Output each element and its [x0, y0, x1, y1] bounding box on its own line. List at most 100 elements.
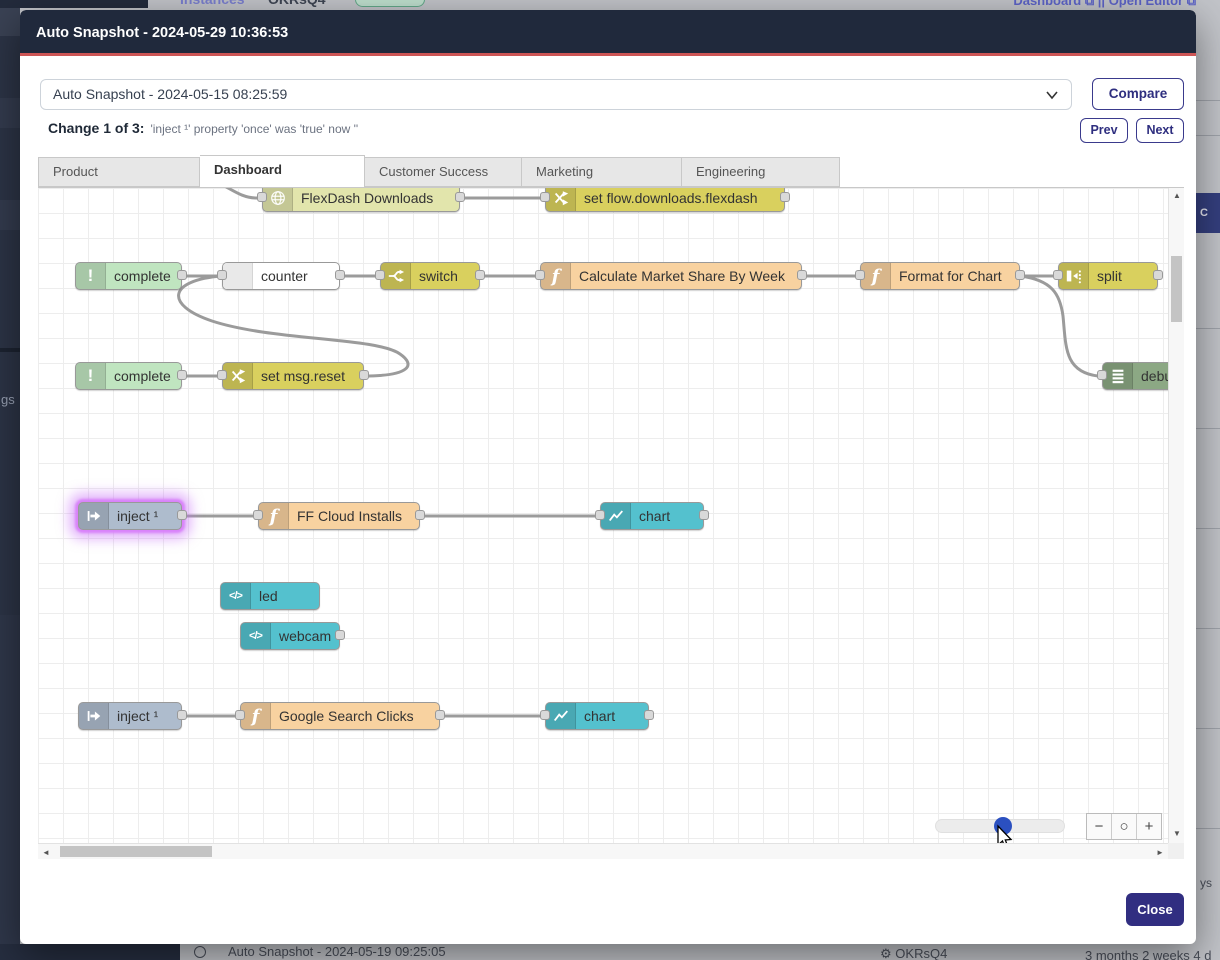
- flow-tabs: ProductDashboardCustomer SuccessMarketin…: [38, 155, 840, 187]
- flow-node-inject1[interactable]: inject ¹: [78, 502, 182, 530]
- flow-node-split[interactable]: split: [1058, 262, 1158, 290]
- canvas-vertical-scrollbar[interactable]: ▲ ▼: [1168, 188, 1184, 843]
- flow-node-setreset[interactable]: set msg.reset: [222, 362, 364, 390]
- close-button[interactable]: Close: [1126, 893, 1184, 926]
- change-summary: Change 1 of 3:'inject ¹' property 'once'…: [48, 120, 358, 136]
- node-port-out: [435, 710, 445, 720]
- flow-node-complete2[interactable]: !complete: [75, 362, 182, 390]
- node-port-out: [359, 370, 369, 380]
- flow-node-ffcloud[interactable]: fFF Cloud Installs: [258, 502, 420, 530]
- scroll-up-icon[interactable]: ▲: [1173, 191, 1181, 200]
- previous-snapshot-label: Auto Snapshot - 2024-05-19 09:25:05: [228, 944, 446, 959]
- exclaim-icon: !: [76, 263, 106, 289]
- status-pill: [355, 0, 425, 7]
- node-port-in: [375, 270, 385, 280]
- node-label: Calculate Market Share By Week: [579, 263, 795, 289]
- flow-node-chart2[interactable]: chart: [545, 702, 649, 730]
- node-label: FlexDash Downloads: [301, 188, 453, 211]
- zoom-out-button[interactable]: −: [1087, 814, 1111, 839]
- node-label: FF Cloud Installs: [297, 503, 413, 529]
- flow-wire: [179, 276, 408, 376]
- open-editor-link[interactable]: Open Editor: [1109, 0, 1183, 8]
- node-port-in: [595, 510, 605, 520]
- inject-icon: [79, 503, 109, 529]
- age-label: 3 months 2 weeks 4 d: [1085, 948, 1211, 960]
- function-icon: f: [541, 263, 571, 289]
- snapshot-select[interactable]: Auto Snapshot - 2024-05-15 08:25:59: [40, 79, 1072, 110]
- top-links[interactable]: Dashboard ⧉ || Open Editor ⧉: [1013, 0, 1196, 8]
- node-port-out: [177, 710, 187, 720]
- node-label: inject ¹: [117, 703, 175, 729]
- flow-wire: [186, 188, 257, 198]
- node-label: chart: [639, 503, 697, 529]
- background-text-fragment: ys: [1200, 876, 1212, 890]
- tab-product[interactable]: Product: [38, 157, 200, 187]
- globe-icon: [263, 188, 293, 211]
- flow-node-inject2[interactable]: inject ¹: [78, 702, 182, 730]
- node-port-in: [540, 710, 550, 720]
- flow-node-format[interactable]: fFormat for Chart: [860, 262, 1020, 290]
- bars-icon: [1103, 363, 1133, 389]
- flow-node-google[interactable]: fGoogle Search Clicks: [240, 702, 440, 730]
- node-port-in: [540, 192, 550, 202]
- node-port-in: [1097, 370, 1107, 380]
- clock-icon: [194, 946, 206, 958]
- node-label: complete: [114, 263, 175, 289]
- flow-node-complete1[interactable]: ! complete: [75, 262, 182, 290]
- scrollbar-corner: [1168, 843, 1184, 859]
- flow-node-counter[interactable]: counter: [222, 262, 340, 290]
- shuffle-icon: [223, 363, 253, 389]
- switch-icon: [381, 263, 411, 289]
- exclaim-icon: !: [76, 363, 106, 389]
- node-label: Format for Chart: [899, 263, 1013, 289]
- dialog-title: Auto Snapshot - 2024-05-29 10:36:53: [36, 25, 288, 41]
- node-label: debug: [1141, 363, 1168, 389]
- node-port-in: [217, 370, 227, 380]
- background-sidebar-bottom: [0, 944, 180, 960]
- dashboard-link[interactable]: Dashboard: [1013, 0, 1081, 8]
- tab-customer-success[interactable]: Customer Success: [365, 157, 522, 187]
- next-button[interactable]: Next: [1136, 118, 1184, 143]
- node-label: webcam: [279, 623, 333, 649]
- node-port-out: [699, 510, 709, 520]
- tab-engineering[interactable]: Engineering: [682, 157, 840, 187]
- node-port-out: [1015, 270, 1025, 280]
- scroll-left-icon[interactable]: ◄: [42, 848, 50, 857]
- horizontal-scrollbar-thumb[interactable]: [60, 846, 212, 857]
- flow-node-switch[interactable]: switch: [380, 262, 480, 290]
- external-link-icon: ⧉: [1085, 0, 1094, 8]
- vertical-scrollbar-thumb[interactable]: [1171, 256, 1182, 322]
- flow-node-debug[interactable]: debug: [1102, 362, 1168, 390]
- flow-node-webcam[interactable]: </>webcam: [240, 622, 340, 650]
- flow-node-led[interactable]: </>led: [220, 582, 320, 610]
- node-port-out: [335, 270, 345, 280]
- scroll-down-icon[interactable]: ▼: [1173, 829, 1181, 838]
- scroll-right-icon[interactable]: ►: [1156, 848, 1164, 857]
- node-label: set flow.downloads.flexdash: [584, 188, 778, 211]
- zoom-in-button[interactable]: +: [1136, 814, 1161, 839]
- flow-node-setflow[interactable]: set flow.downloads.flexdash: [545, 188, 785, 212]
- mouse-cursor: [993, 824, 1013, 843]
- compare-button[interactable]: Compare: [1092, 78, 1184, 110]
- tab-dashboard[interactable]: Dashboard: [200, 155, 365, 187]
- zoom-reset-button[interactable]: ○: [1111, 814, 1136, 839]
- node-port-out: [177, 270, 187, 280]
- table-header-fragment: C: [1196, 193, 1220, 233]
- node-label: Google Search Clicks: [279, 703, 433, 729]
- flow-node-calc[interactable]: f Calculate Market Share By Week: [540, 262, 802, 290]
- links-divider: ||: [1098, 0, 1105, 8]
- node-port-in: [235, 710, 245, 720]
- prev-button[interactable]: Prev: [1080, 118, 1128, 143]
- canvas-horizontal-scrollbar[interactable]: ◄ ►: [38, 843, 1168, 859]
- flow-node-chart1[interactable]: chart: [600, 502, 704, 530]
- background-sidebar-top: [0, 0, 148, 8]
- background-bottom-row: Auto Snapshot - 2024-05-19 09:25:05 ⚙ OK…: [180, 944, 1220, 960]
- breadcrumb-instances[interactable]: Instances: [180, 0, 245, 7]
- change-detail: 'inject ¹' property 'once' was 'true' no…: [150, 122, 358, 136]
- node-port-in: [257, 192, 267, 202]
- flow-canvas[interactable]: FlexDash Downloads set flow.downloads.fle…: [38, 188, 1168, 843]
- split-icon: [1059, 263, 1089, 289]
- flow-node-flexdash[interactable]: FlexDash Downloads: [262, 188, 460, 212]
- tab-marketing[interactable]: Marketing: [522, 157, 682, 187]
- node-label: chart: [584, 703, 642, 729]
